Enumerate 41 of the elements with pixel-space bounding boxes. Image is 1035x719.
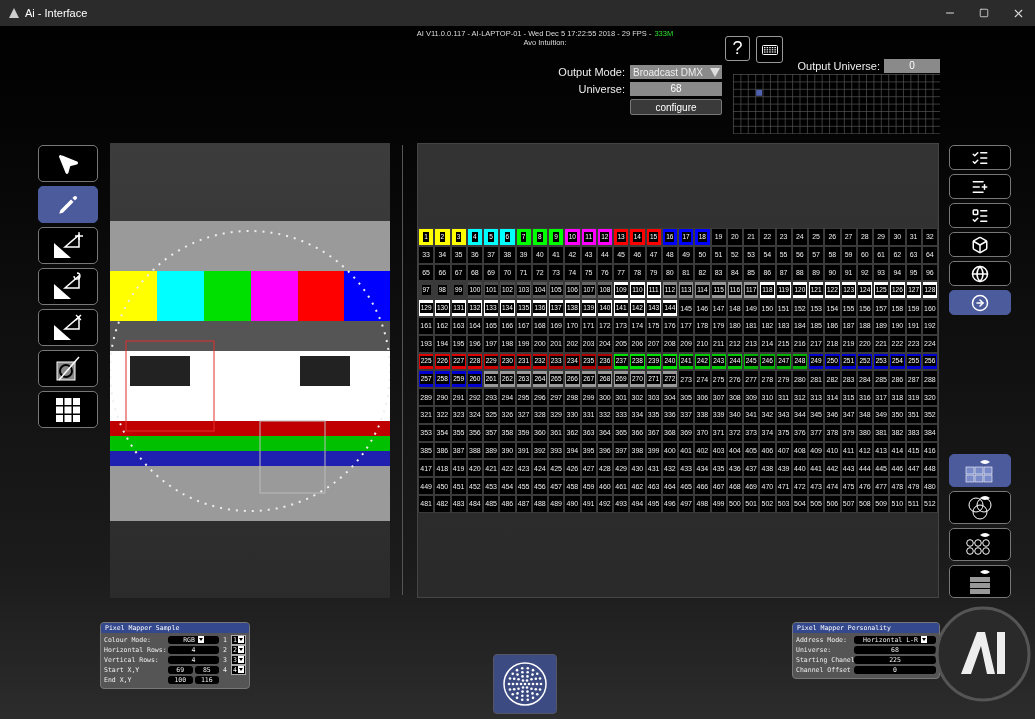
output-universe-label: Output Universe: [797,60,880,72]
output-mode-label: Output Mode: [558,66,625,78]
tool-button[interactable] [38,391,98,428]
pixel-map-button[interactable] [493,654,557,714]
tool-button[interactable] [949,232,1011,257]
caret-icon [920,636,927,643]
caret-icon [238,646,244,653]
keyboard-button[interactable] [756,36,783,63]
configure-button[interactable]: configure [630,99,722,115]
exit-icon [971,293,989,312]
tool-button[interactable] [38,227,98,264]
caret-icon [238,636,244,643]
tool-button[interactable] [949,261,1011,286]
view-button[interactable] [949,491,1011,524]
caret-icon [238,656,244,663]
window-title: Ai - Interface [25,7,89,19]
sphere-icon [971,264,989,283]
list-edit-icon [971,206,989,225]
help-button[interactable]: ? [725,36,750,61]
view-button[interactable] [949,528,1011,561]
tool-button[interactable] [949,145,1011,170]
app-icon [8,7,20,19]
tool-button[interactable] [949,290,1011,315]
caret-icon [238,666,244,673]
triangle-tool-icon [51,230,85,261]
maximize-icon [979,8,989,18]
grid-icon [55,396,81,423]
caret-icon [197,636,204,643]
tool-button[interactable] [949,203,1011,228]
keyboard-icon [761,44,778,55]
dot-disc-icon [503,662,547,706]
universe-label: Universe: [578,83,625,95]
tool-button[interactable] [38,186,98,223]
tool-button[interactable] [949,174,1011,199]
tool-button[interactable] [38,268,98,305]
tool-button[interactable] [38,350,98,387]
caret-icon [710,67,720,77]
cube-icon [971,235,989,254]
tool-button[interactable] [38,145,98,182]
tool-button[interactable] [38,309,98,346]
view-button[interactable] [949,565,1011,598]
